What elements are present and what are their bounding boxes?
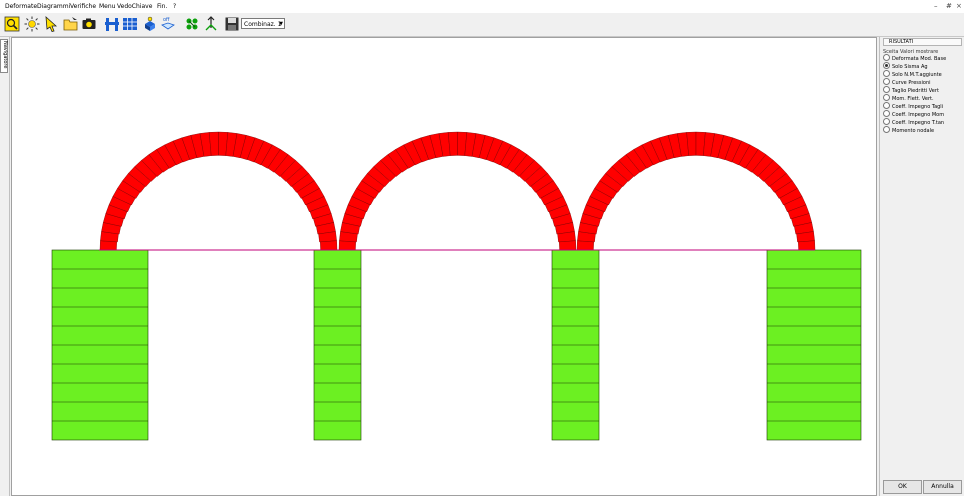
result-option-4[interactable]: Taglio Piedritti Vert <box>883 86 963 95</box>
structure-drawing <box>51 131 862 441</box>
result-option-label: Deformata Mod. Base <box>892 56 947 62</box>
drawing-canvas[interactable] <box>11 37 877 496</box>
result-option-7[interactable]: Coeff. Impegno Mom <box>883 110 963 119</box>
arch-voussoir <box>559 240 577 251</box>
combination-select-value: Combinaz. 1 <box>244 21 282 28</box>
result-option-1[interactable]: Solo Sisma Ag <box>883 62 963 71</box>
radio-icon[interactable] <box>883 94 890 101</box>
results-panel-title: RISULTATI <box>883 38 962 46</box>
result-option-label: Coeff. Impegno Mom <box>892 112 945 118</box>
result-option-label: Momento nodale <box>892 128 935 134</box>
menu-verifiche[interactable]: Verifiche <box>70 3 96 10</box>
menu-menu[interactable]: Menu <box>99 3 115 10</box>
result-option-label: Taglio Piedritti Vert <box>892 88 939 94</box>
shape-3d-icon[interactable] <box>142 16 158 32</box>
menu-deformate[interactable]: Deformate <box>5 3 37 10</box>
result-option-8[interactable]: Coeff. Impegno T.tan <box>883 118 963 127</box>
arch-1 <box>99 131 338 251</box>
menu-bar: Deformate Diagrammi Verifiche Menu VedoC… <box>0 0 964 14</box>
minimize-icon[interactable]: – <box>934 2 938 10</box>
folder-open-icon[interactable] <box>63 16 79 32</box>
arch-voussoir <box>798 240 816 251</box>
result-option-5[interactable]: Mom. Flett. Vert. <box>883 94 963 103</box>
svg-text:off: off <box>163 17 170 23</box>
result-option-9[interactable]: Momento nodale <box>883 126 963 135</box>
cancel-button[interactable]: Annulla <box>923 480 962 494</box>
toolbar: off Combinaz. 1 ▼ <box>0 13 964 37</box>
left-strip: Navigatore <box>0 37 10 496</box>
result-option-label: Curve Pressioni <box>892 80 931 86</box>
arch-voussoir <box>99 240 117 251</box>
arch-voussoir <box>576 240 594 251</box>
results-panel: RISULTATI Sceita Valori mostrare Deforma… <box>879 37 964 496</box>
arch-voussoir <box>320 240 338 251</box>
result-option-label: Coeff. Impegno T.tan <box>892 120 945 126</box>
arch-voussoir <box>338 240 356 251</box>
arch-2 <box>338 131 577 251</box>
load-arrows-icon[interactable] <box>203 16 219 32</box>
off-toggle-icon[interactable]: off <box>160 16 176 32</box>
menu-vedochiave[interactable]: VedoChiave <box>117 3 152 10</box>
result-option-2[interactable]: Solo N.M.T.aggiunte <box>883 70 963 79</box>
radio-icon[interactable] <box>883 78 890 85</box>
result-option-6[interactable]: Coeff. Impegno Tagli <box>883 102 963 111</box>
sun-view-icon[interactable] <box>24 16 40 32</box>
radio-icon[interactable] <box>883 110 890 117</box>
radio-icon[interactable] <box>883 102 890 109</box>
result-option-0[interactable]: Deformata Mod. Base <box>883 54 963 63</box>
structure-view-icon[interactable] <box>104 16 120 32</box>
result-option-3[interactable]: Curve Pressioni <box>883 78 963 87</box>
radio-icon[interactable] <box>883 118 890 125</box>
result-option-label: Solo N.M.T.aggiunte <box>892 72 942 78</box>
ok-button[interactable]: OK <box>883 480 922 494</box>
navigator-tab-label: Navigatore <box>2 41 8 69</box>
menu-fin[interactable]: Fin. <box>157 3 167 10</box>
arch-3 <box>576 131 816 251</box>
result-option-label: Mom. Flett. Vert. <box>892 96 934 102</box>
restore-icon[interactable]: # <box>946 2 952 10</box>
result-option-label: Coeff. Impegno Tagli <box>892 104 944 110</box>
menu-diagrammi[interactable]: Diagrammi <box>37 3 70 10</box>
radio-icon[interactable] <box>883 86 890 93</box>
close-icon[interactable]: × <box>956 2 962 10</box>
menu-help[interactable]: ? <box>173 3 176 10</box>
result-option-label: Solo Sisma Ag <box>892 64 928 70</box>
radio-selected-icon[interactable] <box>883 62 890 69</box>
reactions-icon[interactable] <box>184 16 200 32</box>
save-icon[interactable] <box>224 16 240 32</box>
radio-icon[interactable] <box>883 126 890 133</box>
radio-icon[interactable] <box>883 70 890 77</box>
combination-select[interactable]: Combinaz. 1 ▼ <box>241 18 285 29</box>
chevron-down-icon: ▼ <box>279 21 283 27</box>
navigator-tab[interactable]: Navigatore <box>0 39 8 73</box>
grid-table-icon[interactable] <box>122 16 138 32</box>
pointer-tool-icon[interactable] <box>44 16 60 32</box>
zoom-select-icon[interactable] <box>4 16 20 32</box>
camera-icon[interactable] <box>81 16 97 32</box>
radio-icon[interactable] <box>883 54 890 61</box>
